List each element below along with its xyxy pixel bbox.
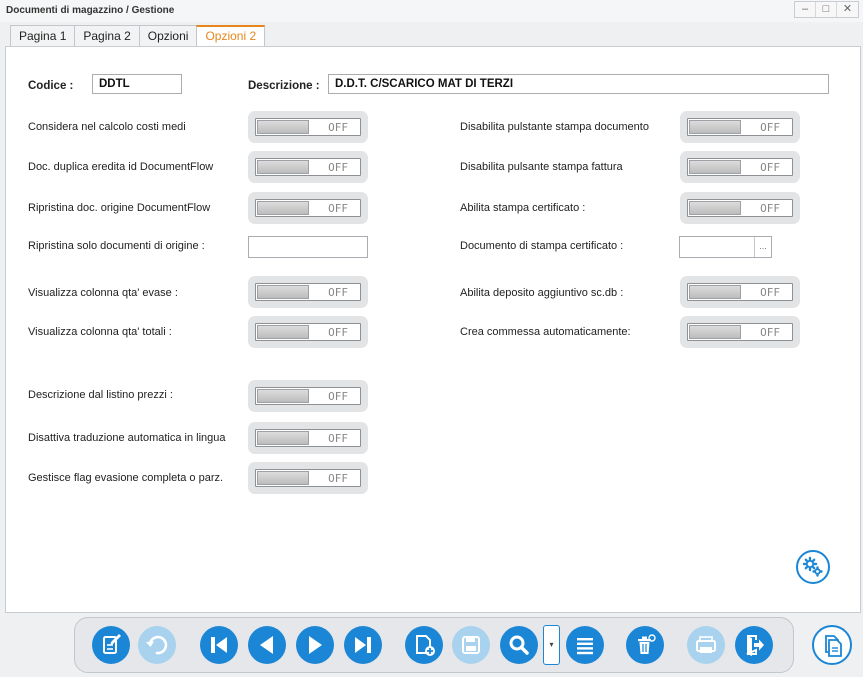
tab-pagina-2[interactable]: Pagina 2 — [74, 25, 139, 47]
toggle-state: OFF — [760, 326, 780, 339]
next-record-icon — [309, 636, 322, 654]
option-label-stampa-certificato: Abilita stampa certificato : — [460, 202, 586, 214]
toggle-listino-prezzi[interactable]: OFF — [248, 380, 368, 412]
copy-documents-icon — [825, 635, 842, 657]
toggle-stampa-fattura[interactable]: OFF — [680, 151, 800, 183]
search-button[interactable] — [500, 626, 538, 664]
option-label-listino-prezzi: Descrizione dal listino prezzi : — [28, 389, 173, 401]
documento-certificato-picker[interactable]: ... — [679, 236, 772, 258]
window-controls: – □ ✕ — [794, 1, 859, 18]
toggle-state: OFF — [328, 161, 348, 174]
exit-icon — [746, 635, 764, 656]
search-icon — [509, 635, 529, 655]
first-record-icon — [211, 637, 227, 653]
toggle-duplica-documentflow[interactable]: OFF — [248, 151, 368, 183]
settings-button[interactable] — [796, 550, 830, 584]
toggle-state: OFF — [328, 326, 348, 339]
toggle-state: OFF — [760, 161, 780, 174]
toggle-deposito-aggiuntivo[interactable]: OFF — [680, 276, 800, 308]
toggle-costi-medi[interactable]: OFF — [248, 111, 368, 143]
list-icon — [577, 638, 593, 655]
toggle-state: OFF — [328, 286, 348, 299]
option-label-duplica-documentflow: Doc. duplica eredita id DocumentFlow — [28, 161, 214, 173]
toggle-state: OFF — [328, 202, 348, 215]
delete-icon — [638, 634, 656, 654]
toggle-traduzione-lingua[interactable]: OFF — [248, 422, 368, 454]
option-label-qta-totali: Visualizza colonna qta' totali : — [28, 326, 172, 338]
descrizione-field[interactable]: D.D.T. C/SCARICO MAT DI TERZI — [328, 74, 829, 94]
option-label-documento-certificato: Documento di stampa certificato : — [460, 240, 624, 252]
toggle-ripristina-documentflow[interactable]: OFF — [248, 192, 368, 224]
option-label-flag-evasione: Gestisce flag evasione completa o parz. — [28, 472, 224, 484]
window-title: Documenti di magazzino / Gestione — [6, 5, 175, 16]
maximize-button[interactable]: □ — [816, 2, 837, 17]
new-document-icon — [416, 635, 435, 656]
print-button[interactable] — [687, 626, 725, 664]
first-record-button[interactable] — [200, 626, 238, 664]
toggle-crea-commessa[interactable]: OFF — [680, 316, 800, 348]
toggle-state: OFF — [328, 121, 348, 134]
last-record-icon — [355, 637, 371, 653]
toggle-stampa-certificato[interactable]: OFF — [680, 192, 800, 224]
toggle-state: OFF — [328, 432, 348, 445]
tab-strip: Pagina 1 Pagina 2 Opzioni Opzioni 2 — [10, 25, 266, 47]
tab-opzioni[interactable]: Opzioni — [138, 25, 197, 47]
next-record-button[interactable] — [296, 626, 334, 664]
toggle-stampa-documento[interactable]: OFF — [680, 111, 800, 143]
toggle-state: OFF — [328, 390, 348, 403]
previous-record-button[interactable] — [248, 626, 286, 664]
option-label-traduzione-lingua: Disattiva traduzione automatica in lingu… — [28, 432, 226, 444]
option-label-stampa-fattura: Disabilita pulsante stampa fattura — [460, 161, 623, 173]
toggle-state: OFF — [328, 472, 348, 485]
documents-button[interactable] — [812, 625, 852, 665]
toggle-qta-evase[interactable]: OFF — [248, 276, 368, 308]
edit-document-button[interactable] — [92, 626, 130, 664]
print-icon — [696, 636, 716, 653]
undo-button[interactable] — [138, 626, 176, 664]
tab-opzioni-2[interactable]: Opzioni 2 — [196, 25, 266, 47]
delete-button[interactable] — [626, 626, 664, 664]
save-button[interactable] — [452, 626, 490, 664]
new-document-button[interactable] — [405, 626, 443, 664]
toggle-state: OFF — [760, 286, 780, 299]
ripristina-origine-field[interactable] — [248, 236, 368, 258]
descrizione-label: Descrizione : — [248, 80, 320, 92]
tab-pagina-1[interactable]: Pagina 1 — [10, 25, 75, 47]
minimize-button[interactable]: – — [795, 2, 816, 17]
gears-icon — [802, 556, 823, 577]
option-label-ripristina-origine: Ripristina solo documenti di origine : — [28, 240, 205, 252]
option-label-qta-evase: Visualizza colonna qta' evase : — [28, 287, 178, 299]
close-button[interactable]: ✕ — [837, 2, 858, 17]
toggle-qta-totali[interactable]: OFF — [248, 316, 368, 348]
search-options-dropdown[interactable]: ▾ — [543, 625, 560, 665]
option-label-crea-commessa: Crea commessa automaticamente: — [460, 326, 631, 338]
edit-document-icon — [103, 634, 121, 654]
toggle-flag-evasione[interactable]: OFF — [248, 462, 368, 494]
option-label-deposito-aggiuntivo: Abilita deposito aggiuntivo sc.db : — [460, 287, 624, 299]
last-record-button[interactable] — [344, 626, 382, 664]
browse-button[interactable]: ... — [754, 237, 771, 257]
option-label-costi-medi: Considera nel calcolo costi medi — [28, 121, 186, 133]
exit-button[interactable] — [735, 626, 773, 664]
option-label-ripristina-documentflow: Ripristina doc. origine DocumentFlow — [28, 202, 211, 214]
option-label-stampa-documento: Disabilita pulstante stampa documento — [460, 121, 649, 133]
list-button[interactable] — [566, 626, 604, 664]
undo-icon — [146, 635, 168, 655]
previous-record-icon — [260, 636, 273, 654]
toggle-state: OFF — [760, 121, 780, 134]
codice-label: Codice : — [28, 80, 74, 92]
title-bar: Documenti di magazzino / Gestione – □ ✕ — [0, 0, 863, 22]
toggle-state: OFF — [760, 202, 780, 215]
codice-field[interactable]: DDTL — [92, 74, 182, 94]
save-icon — [462, 636, 480, 654]
